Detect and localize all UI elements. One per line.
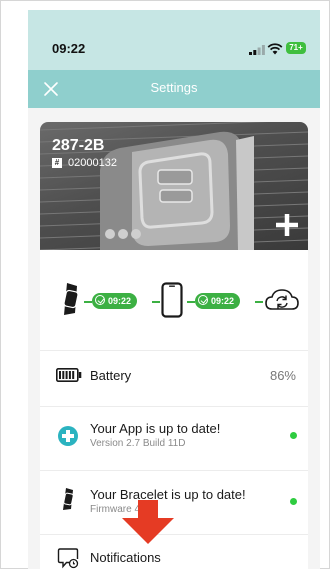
- battery-icon: [56, 368, 82, 382]
- app-version: Version 2.7 Build 11D: [90, 438, 186, 449]
- battery-value: 86%: [269, 368, 296, 383]
- serial-number: 02000132: [68, 157, 117, 169]
- status-bar: 09:22 71+: [28, 10, 320, 70]
- app-update-title: Your App is up to date!: [90, 421, 221, 436]
- phone-icon: [161, 282, 183, 318]
- check-icon: [198, 295, 208, 305]
- bracelet-sync-badge: 09:22: [92, 293, 138, 309]
- bracelet-status-dot: [290, 498, 297, 505]
- hash-icon: #: [52, 158, 62, 168]
- sync-dash: [84, 301, 92, 303]
- bracelet-sync-time: 09:22: [108, 296, 132, 306]
- cloud-sync-icon: [265, 289, 299, 310]
- phone-sync-time: 09:22: [211, 296, 235, 306]
- status-time: 09:22: [52, 41, 86, 56]
- page-title: Settings: [150, 80, 198, 95]
- notification-bubble-icon: [57, 548, 79, 569]
- device-name: 287-2B: [52, 137, 105, 154]
- bracelet-icon: [63, 283, 79, 315]
- sync-status-row: 09:22 09:22: [40, 272, 308, 330]
- bracelet-icon: [63, 488, 74, 510]
- wifi-icon: [267, 43, 283, 55]
- notifications-label: Notifications: [90, 550, 161, 565]
- device-photo: 287-2B # 02000132: [40, 122, 308, 250]
- app-plus-icon: [58, 426, 78, 446]
- check-icon: [95, 295, 105, 305]
- battery-label: Battery: [90, 368, 132, 383]
- signal-icon: [249, 45, 265, 55]
- phone-sync-badge: 09:22: [195, 293, 241, 309]
- phone-screen: 09:22 71+ Settings 287-2B # 02000132 09:…: [28, 10, 320, 569]
- sync-dash: [187, 301, 195, 303]
- plus-icon[interactable]: [276, 214, 298, 236]
- battery-row[interactable]: Battery 86%: [40, 350, 308, 399]
- app-update-row[interactable]: Your App is up to date! Version 2.7 Buil…: [40, 406, 308, 463]
- pointer-arrow-icon: [122, 500, 174, 544]
- sync-dash: [255, 301, 263, 303]
- sync-dash: [152, 301, 160, 303]
- app-header: Settings: [28, 70, 320, 108]
- battery-icon: 71+: [286, 42, 306, 54]
- serial-row: # 02000132: [52, 157, 117, 169]
- app-status-dot: [290, 432, 297, 439]
